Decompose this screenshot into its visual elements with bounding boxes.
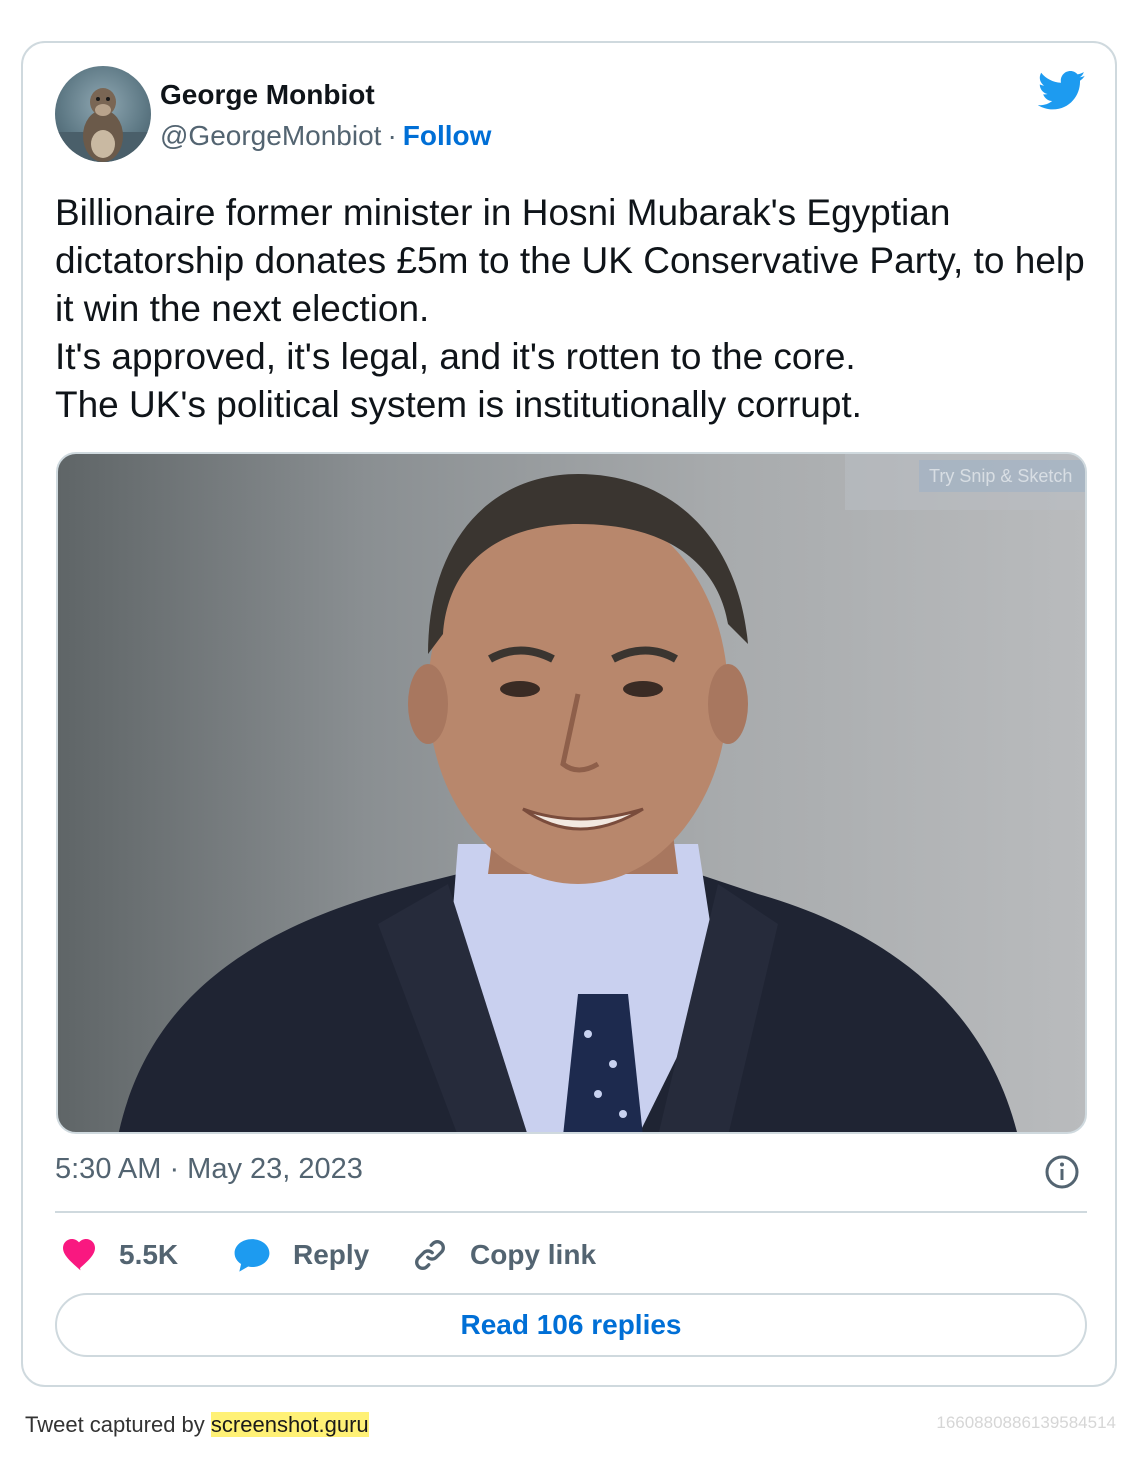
author-handle[interactable]: @GeorgeMonbiot [160, 120, 381, 151]
link-icon [415, 1240, 445, 1270]
tweet-text: Billionaire former minister in Hosni Mub… [55, 189, 1095, 429]
snip-overlay-text: Try Snip & Sketch [919, 460, 1085, 492]
tweet-text-line: The UK's political system is institution… [55, 384, 862, 425]
like-count: 5.5K [119, 1239, 179, 1270]
reply-button[interactable]: Reply [233, 1233, 369, 1277]
like-button[interactable]: 5.5K [61, 1233, 178, 1277]
author-avatar[interactable] [55, 66, 151, 162]
speech-bubble-icon [234, 1239, 270, 1272]
copy-link-label: Copy link [470, 1239, 597, 1270]
heart-icon [63, 1239, 95, 1271]
tweet-id: 1660880886139584514 [936, 1413, 1116, 1432]
tweet-timestamp[interactable]: 5:30 AM · May 23, 2023 [55, 1153, 363, 1186]
reply-label: Reply [293, 1239, 370, 1270]
copy-link-button[interactable]: Copy link [412, 1233, 596, 1277]
tweet-card: George Monbiot @GeorgeMonbiot · Follow Bil… [21, 41, 1117, 1387]
tweet-text-line: It's approved, it's legal, and it's rott… [55, 336, 856, 377]
action-bar: 5.5K Reply Copy link [55, 1233, 1087, 1277]
read-replies-button[interactable]: Read 106 replies [55, 1293, 1087, 1357]
info-icon[interactable] [1044, 1154, 1080, 1190]
author-meta: @GeorgeMonbiot · Follow [160, 120, 491, 152]
capture-credit-prefix: Tweet captured by [25, 1412, 205, 1437]
actions-divider [55, 1211, 1087, 1213]
tweet-text-line: Billionaire former minister in Hosni Mub… [55, 192, 1085, 329]
snip-overlay: Try Snip & Sketch [845, 454, 1085, 510]
author-name[interactable]: George Monbiot [160, 79, 375, 111]
portrait-photo [118, 474, 1017, 1132]
follow-link[interactable]: Follow [403, 120, 492, 151]
twitter-bird-icon[interactable] [1038, 71, 1086, 111]
meta-separator: · [387, 120, 397, 151]
capture-credit-link[interactable]: screenshot.guru [210, 1412, 369, 1437]
capture-credit: Tweet captured by screenshot.guru [25, 1412, 369, 1438]
tweet-photo[interactable]: Try Snip & Sketch [56, 452, 1087, 1134]
